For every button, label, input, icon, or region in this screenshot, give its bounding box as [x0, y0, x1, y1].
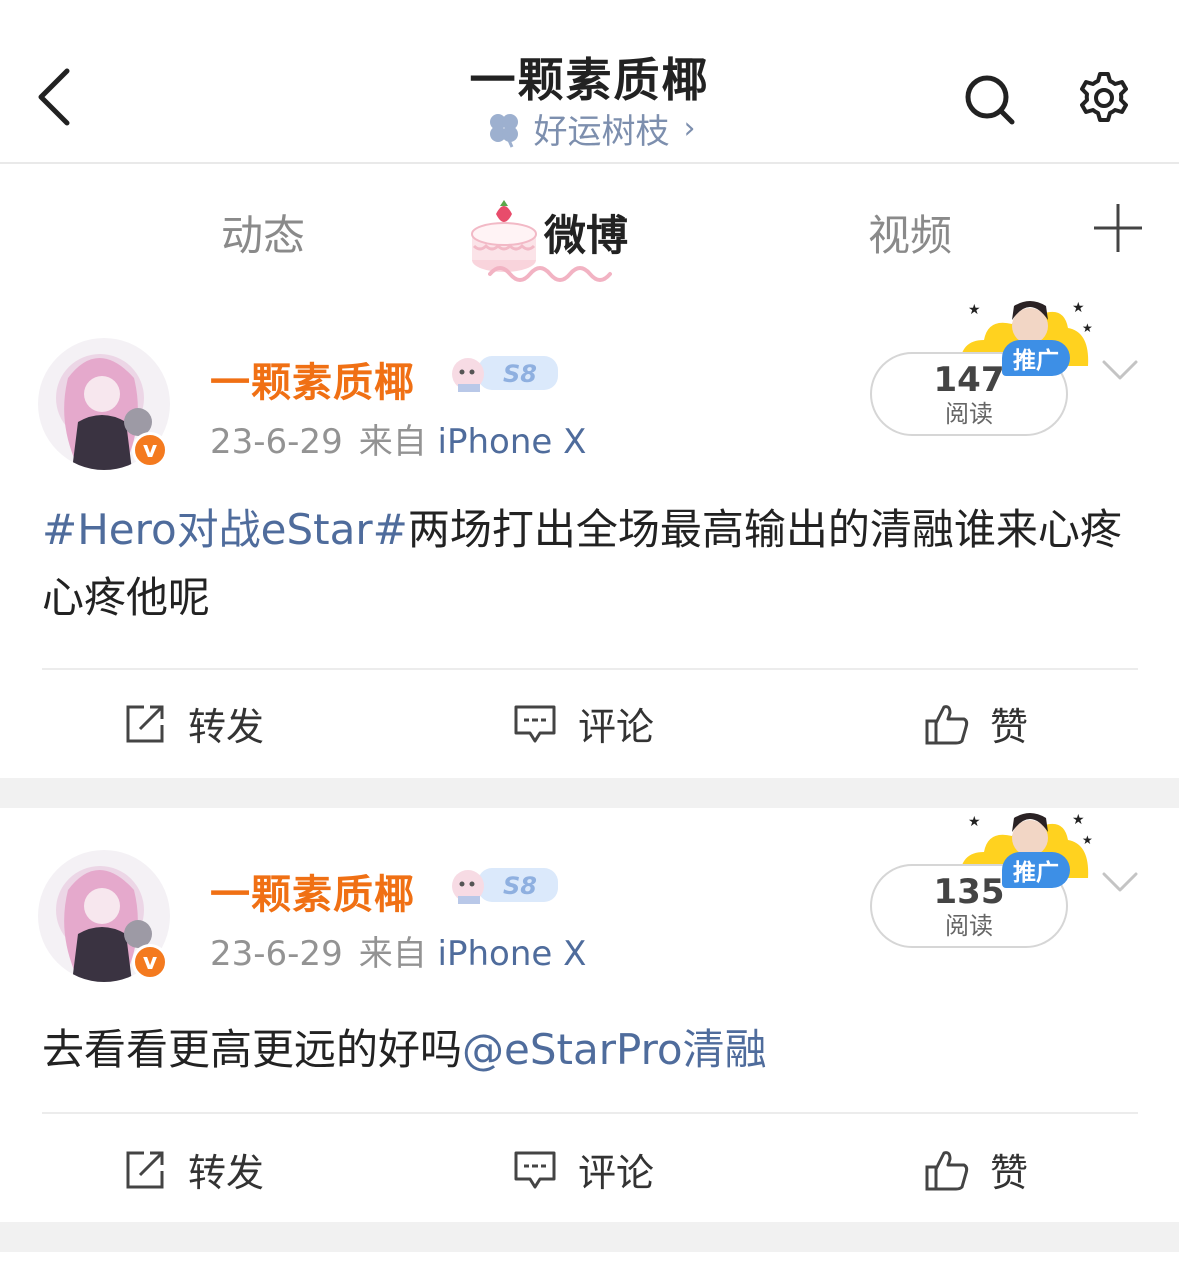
feed-separator	[0, 778, 1179, 808]
repost-icon	[126, 1151, 164, 1188]
post-card[interactable]: v 一颗素质椰 S8 23-6-29 来自 iPhone X ★ ★ ★ 135…	[0, 808, 1179, 1222]
svg-text:★: ★	[1072, 300, 1085, 316]
ribbon-decoration-icon	[488, 266, 612, 282]
tab-video[interactable]: 视频	[868, 202, 952, 263]
clover-icon	[489, 113, 518, 148]
promote-tag[interactable]: 推广	[1002, 852, 1070, 888]
post-menu-button[interactable]	[1100, 352, 1140, 388]
comment-icon	[514, 1151, 556, 1188]
post-date: 23-6-29	[210, 422, 343, 462]
level-badge-text: S8	[503, 872, 537, 900]
source-device[interactable]: iPhone X	[438, 422, 587, 462]
feed-separator	[0, 1222, 1179, 1252]
post-content: 去看看更高更远的好吗@eStarPro清融	[42, 1016, 1125, 1084]
profile-tabs: 动态 微博 视频	[0, 164, 1179, 460]
post-meta: 23-6-29 来自 iPhone X	[210, 414, 586, 463]
comment-label: 评论	[578, 1151, 655, 1195]
level-badge-text: S8	[503, 360, 537, 388]
comment-label: 评论	[578, 705, 655, 749]
comment-icon	[514, 705, 556, 742]
post-card[interactable]: v 一颗素质椰 S8 23-6-29 来自 iPhone X ★ ★ ★ 147…	[0, 296, 1179, 778]
post-content: #Hero对战eStar#两场打出全场最高输出的清融谁来心疼心疼他呢	[42, 496, 1125, 632]
like-button[interactable]: 赞	[924, 696, 1028, 751]
author-name[interactable]: 一颗素质椰	[210, 350, 415, 408]
source-prefix: 来自	[358, 934, 427, 974]
settings-button[interactable]	[1076, 70, 1132, 126]
source-device[interactable]: iPhone X	[438, 934, 587, 974]
repost-label: 转发	[188, 1151, 265, 1195]
svg-text:★: ★	[1072, 812, 1085, 828]
post-body-text: 去看看更高更远的好吗	[42, 1025, 463, 1074]
repost-button[interactable]: 转发	[122, 1142, 264, 1197]
plus-icon	[1094, 204, 1142, 252]
hashtag-link[interactable]: #Hero对战eStar#	[42, 505, 408, 554]
source-prefix: 来自	[358, 422, 427, 462]
tab-weibo[interactable]: 微博	[544, 202, 628, 263]
comment-button[interactable]: 评论	[512, 1142, 654, 1197]
verified-badge: v	[132, 944, 168, 980]
tab-dynamic[interactable]: 动态	[221, 202, 305, 263]
chevron-down-icon	[1102, 360, 1138, 380]
settings-icon	[1080, 72, 1128, 122]
mention-link[interactable]: @eStarPro清融	[462, 1025, 767, 1074]
s8-badge-icon: S8	[452, 356, 558, 392]
repost-icon	[126, 705, 164, 742]
post-meta: 23-6-29 来自 iPhone X	[210, 926, 586, 975]
chevron-down-icon	[1102, 872, 1138, 892]
author-name[interactable]: 一颗素质椰	[210, 862, 415, 920]
comment-button[interactable]: 评论	[512, 696, 654, 751]
read-label: 阅读	[945, 912, 993, 940]
search-icon	[965, 75, 1015, 125]
post-menu-button[interactable]	[1100, 864, 1140, 900]
post-date: 23-6-29	[210, 934, 343, 974]
svg-text:★: ★	[1082, 833, 1093, 847]
promote-tag[interactable]: 推广	[1002, 340, 1070, 376]
read-label: 阅读	[945, 400, 993, 428]
chevron-right-icon: ›	[683, 111, 696, 146]
next-post-card[interactable]	[0, 1252, 1179, 1270]
verified-badge: v	[132, 432, 168, 468]
fan-group-label: 好运树枝	[533, 112, 670, 152]
like-label: 赞	[990, 705, 1029, 749]
thumbs-up-icon	[925, 704, 969, 744]
action-divider	[42, 668, 1138, 670]
like-button[interactable]: 赞	[924, 1142, 1028, 1197]
s8-badge-icon: S8	[452, 868, 558, 904]
search-button[interactable]	[962, 72, 1016, 126]
thumbs-up-icon	[925, 1150, 969, 1190]
svg-text:★: ★	[968, 302, 981, 318]
add-tab-button[interactable]	[1090, 200, 1146, 256]
svg-text:★: ★	[968, 814, 981, 830]
action-divider	[42, 1112, 1138, 1114]
top-nav-bar: 一颗素质椰 好运树枝 ›	[0, 0, 1179, 164]
like-label: 赞	[990, 1151, 1029, 1195]
repost-button[interactable]: 转发	[122, 696, 264, 751]
svg-text:★: ★	[1082, 321, 1093, 335]
repost-label: 转发	[188, 705, 265, 749]
